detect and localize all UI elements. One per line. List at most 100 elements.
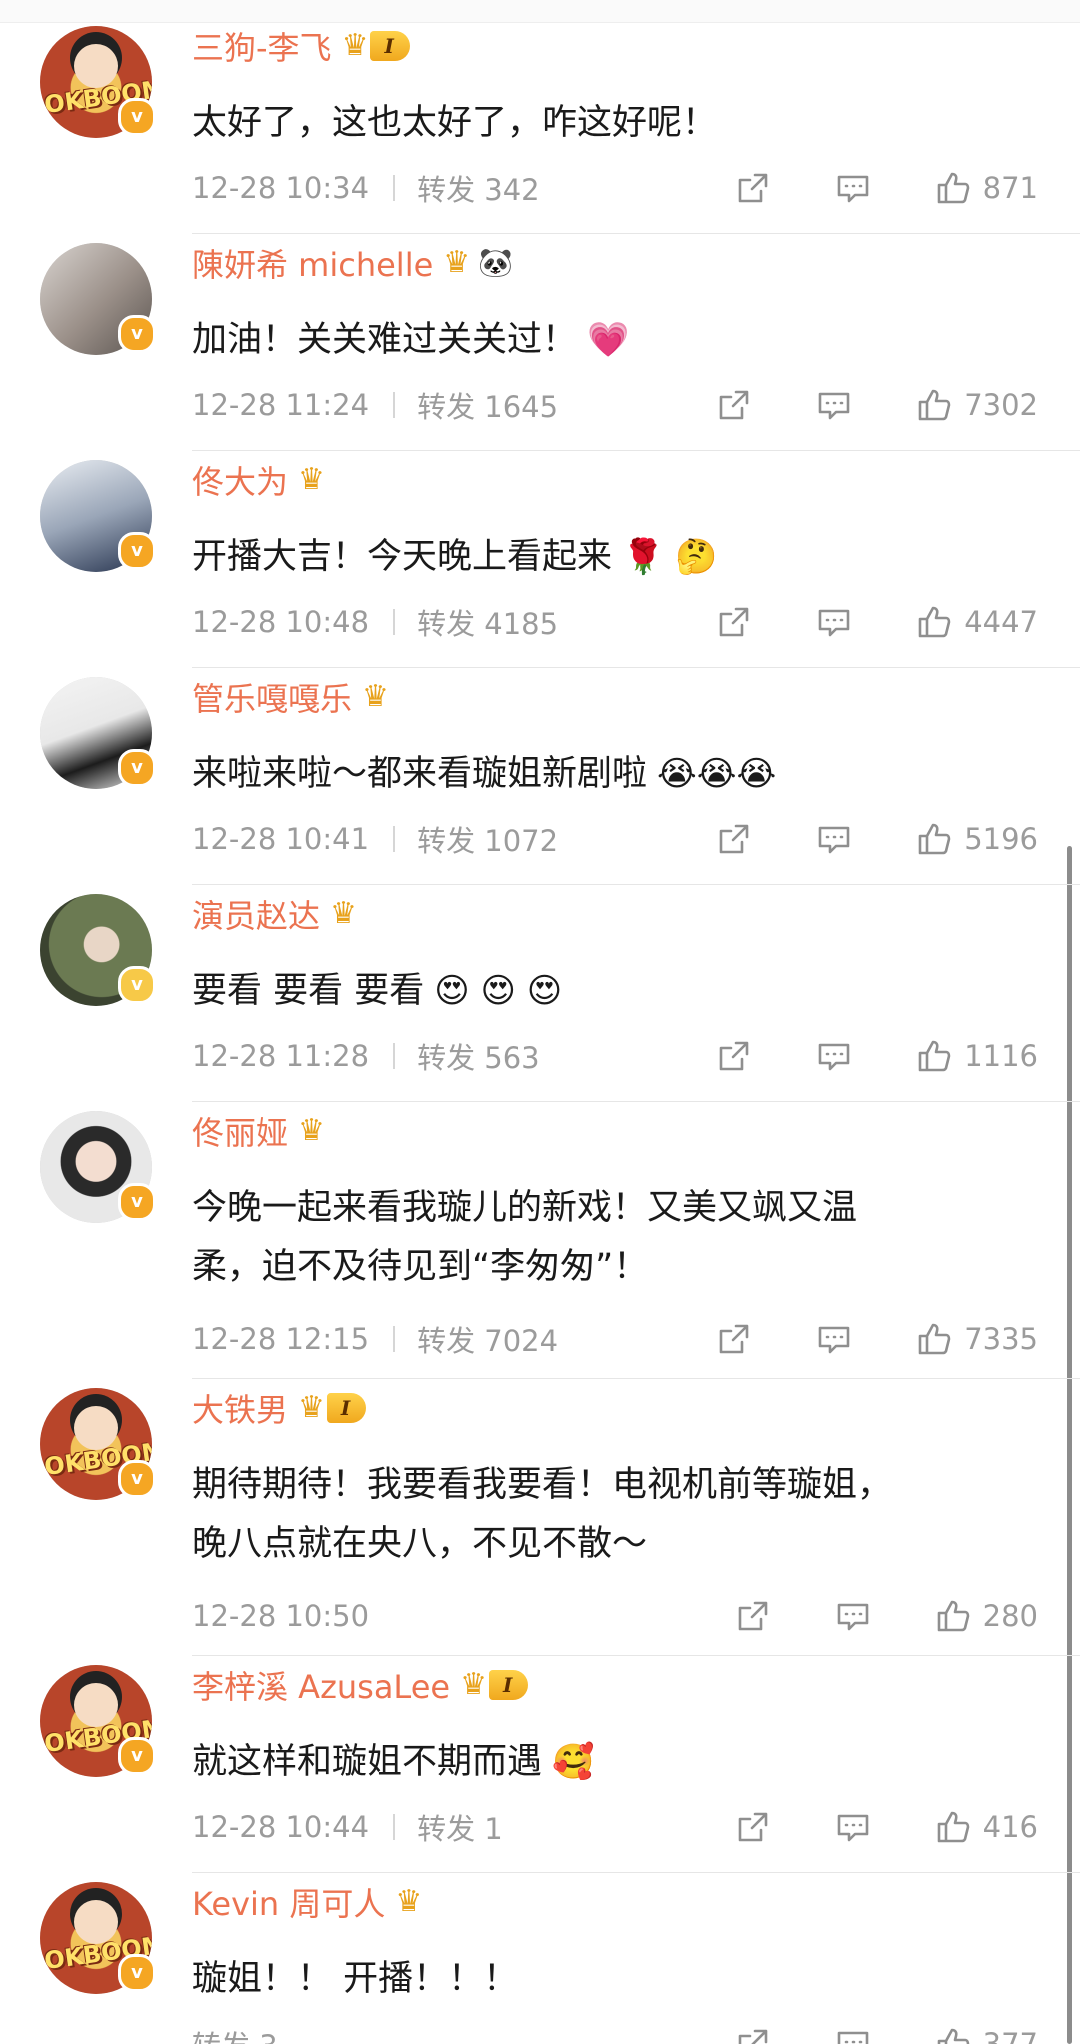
username[interactable]: 李梓溪 AzusaLee xyxy=(192,1662,450,1708)
share-icon[interactable] xyxy=(733,1596,773,1636)
comment-feed: OKBOOM! v 三狗-李飞 ♛ I 太好了，这也太好了，咋这好呢！ 12-28 10:3… xyxy=(0,0,1080,2044)
action-bar: 377 xyxy=(733,2024,1038,2044)
share-icon[interactable] xyxy=(733,2024,773,2044)
comment-item: OKBOOM!v Kevin 周可人 ♛ 璇姐！！ 开播！！！ 转发 3 377 xyxy=(0,1874,1080,2044)
like-icon[interactable] xyxy=(914,602,954,642)
comment-line-text: 太好了，这也太好了，咋这好呢！ xyxy=(192,103,718,143)
action-bar: 1116 xyxy=(714,1036,1038,1076)
comment-line-text: 就这样和璇姐不期而遇 xyxy=(192,1742,543,1782)
comment-icon[interactable] xyxy=(814,819,854,859)
comment-text: 来啦来啦～都来看璇姐新剧啦 😭😭😭 xyxy=(192,745,992,804)
verified-icon: v xyxy=(118,315,156,353)
avatar[interactable]: v xyxy=(40,1111,156,1223)
like-icon[interactable] xyxy=(933,168,973,208)
share-icon[interactable] xyxy=(733,168,773,208)
verified-icon: v xyxy=(118,1737,156,1775)
comment-icon[interactable] xyxy=(814,1319,854,1359)
like-icon[interactable] xyxy=(914,819,954,859)
comment-icon[interactable] xyxy=(814,1036,854,1076)
timestamp: 12-28 11:28 xyxy=(192,1039,370,1073)
share-icon[interactable] xyxy=(714,602,754,642)
username[interactable]: Kevin 周可人 xyxy=(192,1879,385,1925)
username[interactable]: 大铁男 xyxy=(192,1385,288,1431)
avatar[interactable]: OKBOOM! v xyxy=(40,1388,156,1500)
comment-line: 期待期待！我要看我要看！电视机前等璇姐， xyxy=(192,1456,992,1515)
repost-count[interactable]: 转发 4185 xyxy=(417,601,558,643)
verified-icon: v xyxy=(118,1183,156,1221)
comment-icon[interactable] xyxy=(833,1596,873,1636)
comment-icon[interactable] xyxy=(833,2024,873,2044)
like-count: 416 xyxy=(982,1810,1038,1844)
name-line: 佟丽娅 ♛ xyxy=(192,1107,325,1155)
comment-text: 璇姐！！ 开播！！！ xyxy=(192,1950,992,2009)
comment-line-text: 开播大吉！今天晚上看起来 xyxy=(192,537,613,577)
meta-separator xyxy=(393,1043,396,1069)
crown-icon: ♛ xyxy=(298,1390,325,1425)
comment-item: v 佟大为 ♛ 开播大吉！今天晚上看起来 🌹 🤔 12-28 10:48 转发 4185 44… xyxy=(0,452,1080,668)
crown-icon: ♛ xyxy=(460,1667,487,1702)
avatar[interactable]: v xyxy=(40,243,156,355)
share-icon[interactable] xyxy=(714,385,754,425)
username[interactable]: 陳妍希 michelle xyxy=(192,240,433,286)
meta-line: 12-28 10:44 转发 1 xyxy=(192,1807,503,1847)
level-badge: I xyxy=(488,1670,529,1700)
avatar[interactable]: OKBOOM! v xyxy=(40,1665,156,1777)
avatar[interactable]: OKBOOM! v xyxy=(40,1882,156,1994)
timestamp: 12-28 10:48 xyxy=(192,605,370,639)
username[interactable]: 佟丽娅 xyxy=(192,1108,288,1154)
avatar[interactable]: v xyxy=(40,460,156,572)
repost-count[interactable]: 转发 1072 xyxy=(417,818,558,860)
avatar[interactable]: OKBOOM! v xyxy=(40,26,156,138)
emoji-icon: 😭😭😭 xyxy=(657,754,777,794)
comment-icon[interactable] xyxy=(833,168,873,208)
share-icon[interactable] xyxy=(714,1319,754,1359)
like-icon[interactable] xyxy=(914,385,954,425)
comment-text: 开播大吉！今天晚上看起来 🌹 🤔 xyxy=(192,528,992,587)
avatar[interactable]: v xyxy=(40,677,156,789)
like-count: 871 xyxy=(982,171,1038,205)
row-divider xyxy=(192,233,1080,234)
comment-text: 要看 要看 要看 😍 😍 😍 xyxy=(192,962,992,1021)
share-icon[interactable] xyxy=(714,819,754,859)
meta-separator xyxy=(393,175,396,201)
like-icon[interactable] xyxy=(933,1596,973,1636)
meta-separator xyxy=(393,1326,396,1352)
comment-icon[interactable] xyxy=(814,602,854,642)
share-icon[interactable] xyxy=(733,1807,773,1847)
comment-text: 今晚一起来看我璇儿的新戏！又美又飒又温 柔，迫不及待见到“李匆匆”！ xyxy=(192,1179,992,1297)
username[interactable]: 管乐嘎嘎乐 xyxy=(192,674,352,720)
repost-count[interactable]: 转发 1645 xyxy=(417,384,558,426)
emoji-icon: 🥰 xyxy=(552,1742,595,1782)
repost-count[interactable]: 转发 3 xyxy=(192,2023,278,2044)
comment-line: 今晚一起来看我璇儿的新戏！又美又飒又温 xyxy=(192,1179,992,1238)
like-icon[interactable] xyxy=(933,2024,973,2044)
emoji-icon: 😍 😍 😍 xyxy=(434,971,563,1011)
username[interactable]: 佟大为 xyxy=(192,457,288,503)
meta-separator xyxy=(393,826,396,852)
level-badge: I xyxy=(326,1393,367,1423)
comment-line-text: 加油！关关难过关关过！ xyxy=(192,320,578,360)
repost-count[interactable]: 转发 7024 xyxy=(417,1318,558,1360)
comment-icon[interactable] xyxy=(833,1807,873,1847)
comment-icon[interactable] xyxy=(814,385,854,425)
comment-text: 加油！关关难过关关过！ 💗 xyxy=(192,311,992,370)
name-line: 陳妍希 michelle ♛ 🐼 xyxy=(192,239,513,287)
repost-count[interactable]: 转发 342 xyxy=(417,167,540,209)
like-icon[interactable] xyxy=(933,1807,973,1847)
timestamp: 12-28 10:41 xyxy=(192,822,370,856)
meta-line: 12-28 10:34 转发 342 xyxy=(192,168,540,208)
like-count: 7302 xyxy=(964,388,1038,422)
share-icon[interactable] xyxy=(714,1036,754,1076)
like-icon[interactable] xyxy=(914,1036,954,1076)
action-bar: 7335 xyxy=(714,1319,1038,1359)
crown-icon: ♛ xyxy=(362,679,389,714)
avatar[interactable]: v xyxy=(40,894,156,1006)
repost-count[interactable]: 转发 1 xyxy=(417,1806,503,1848)
crown-icon: ♛ xyxy=(330,896,357,931)
repost-count[interactable]: 转发 563 xyxy=(417,1035,540,1077)
username[interactable]: 三狗-李飞 xyxy=(192,23,332,69)
username[interactable]: 演员赵达 xyxy=(192,891,320,937)
crown-icon: ♛ xyxy=(341,28,369,63)
like-icon[interactable] xyxy=(914,1319,954,1359)
comment-line: 来啦来啦～都来看璇姐新剧啦 😭😭😭 xyxy=(192,745,992,804)
